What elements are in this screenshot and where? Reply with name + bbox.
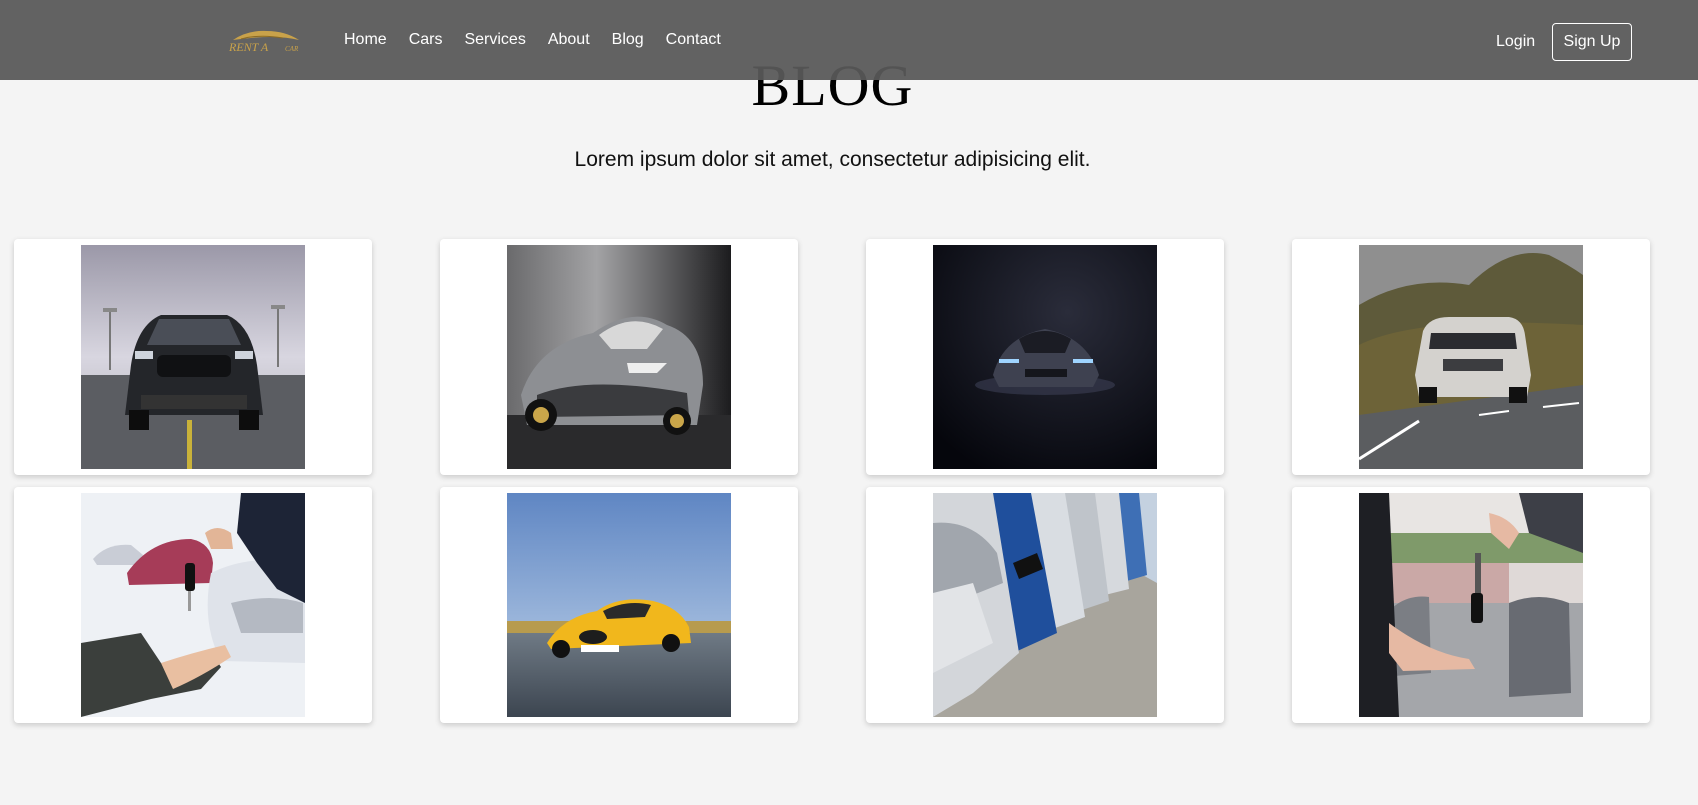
nav-home[interactable]: Home (344, 31, 387, 49)
nav-contact[interactable]: Contact (666, 31, 721, 49)
blog-grid (14, 239, 1654, 723)
black-muscle-car-photo (81, 245, 305, 469)
yellow-sports-car-photo (507, 493, 731, 717)
nav-services[interactable]: Services (464, 31, 525, 49)
key-handover-street-photo (1359, 493, 1583, 717)
svg-text:CAR: CAR (285, 45, 299, 53)
blog-page: BLOG RENT A CAR Home Cars Services About… (0, 0, 1698, 805)
parked-cars-row-photo (933, 493, 1157, 717)
nav-about[interactable]: About (548, 31, 590, 49)
blog-card[interactable] (440, 239, 798, 475)
signup-button[interactable]: Sign Up (1552, 23, 1632, 61)
blog-card[interactable] (1292, 239, 1650, 475)
nav-links: Home Cars Services About Blog Contact (344, 31, 743, 49)
blog-card[interactable] (14, 487, 372, 723)
blog-card[interactable] (866, 487, 1224, 723)
nav-blog[interactable]: Blog (612, 31, 644, 49)
top-navbar: RENT A CAR Home Cars Services About Blog… (0, 0, 1698, 80)
white-suv-on-road-photo (1359, 245, 1583, 469)
car-key-handover-photo (81, 493, 305, 717)
login-link[interactable]: Login (1496, 33, 1535, 51)
blog-card[interactable] (1292, 487, 1650, 723)
rent-a-car-logo[interactable]: RENT A CAR (227, 28, 305, 54)
nav-cars[interactable]: Cars (409, 31, 443, 49)
silver-supercar-photo (507, 245, 731, 469)
dark-supercar-photo (933, 245, 1157, 469)
svg-text:RENT A: RENT A (228, 40, 269, 54)
blog-card[interactable] (14, 239, 372, 475)
page-subtitle: Lorem ipsum dolor sit amet, consectetur … (574, 148, 1091, 171)
blog-card[interactable] (866, 239, 1224, 475)
blog-card[interactable] (440, 487, 798, 723)
